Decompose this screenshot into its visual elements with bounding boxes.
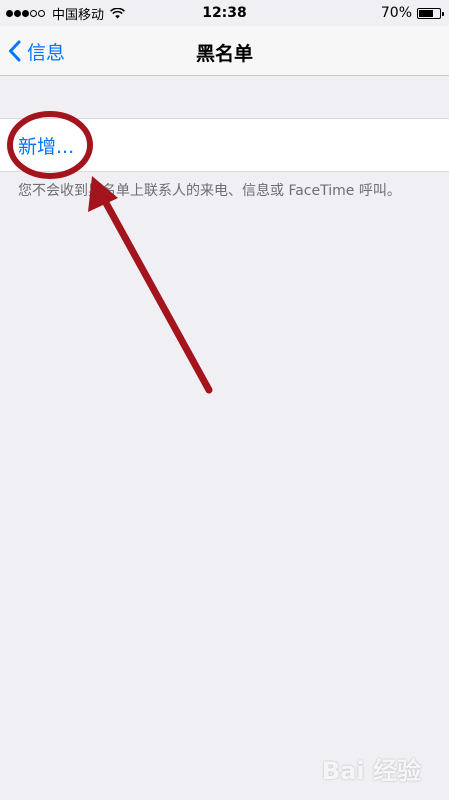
- battery-icon: [417, 7, 444, 19]
- annotation-arrow: [96, 188, 213, 394]
- blocked-list-footer-note: 您不会收到黑名单上联系人的来电、信息或 FaceTime 呼叫。: [18, 183, 401, 199]
- status-time: 12:38: [202, 5, 247, 21]
- add-new-label: 新增...: [18, 136, 75, 158]
- add-new-row[interactable]: 新增...: [0, 118, 449, 172]
- battery-fill: [419, 9, 433, 17]
- status-bar: 中国移动 12:38 70%: [0, 0, 449, 26]
- watermark-text: Bai 经验: [321, 757, 421, 785]
- baidu-watermark: Bai 经验: [322, 751, 421, 786]
- navigation-bar: 信息 黑名单: [0, 26, 449, 76]
- page-title: 黑名单: [195, 43, 253, 65]
